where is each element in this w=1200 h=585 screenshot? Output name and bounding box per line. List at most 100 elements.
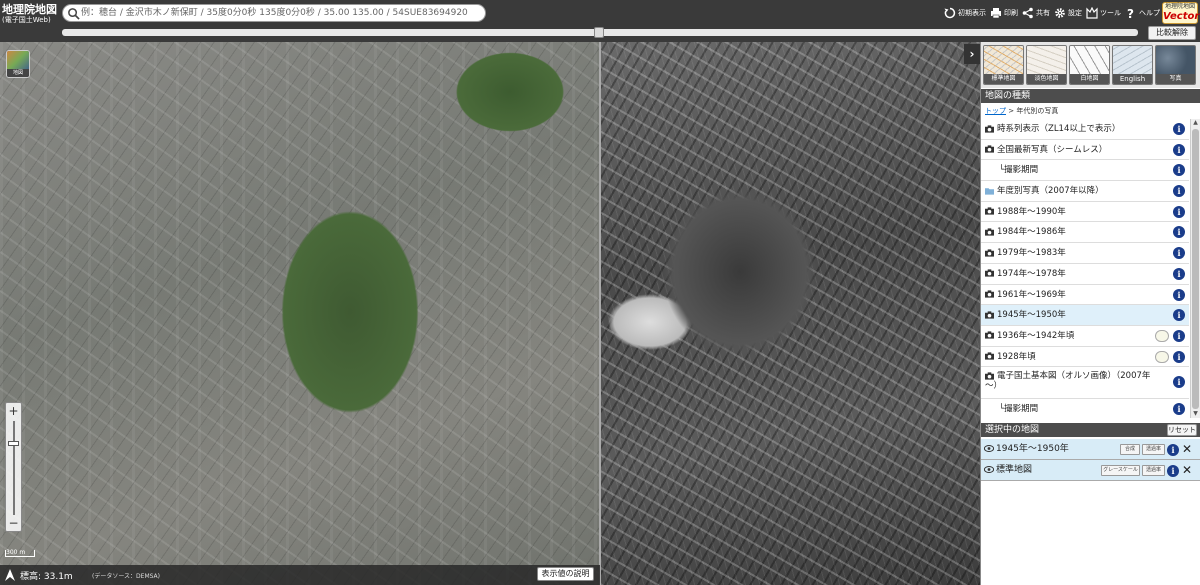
camera-icon bbox=[985, 145, 994, 153]
info-icon[interactable]: i bbox=[1173, 350, 1185, 363]
list-scrollbar[interactable]: ▲ ▼ bbox=[1190, 119, 1200, 418]
list-item-yearly-folder[interactable]: 年度別写真（2007年以降） i bbox=[981, 181, 1189, 202]
info-icon[interactable]: i bbox=[1173, 247, 1185, 260]
info-icon[interactable]: i bbox=[1173, 143, 1185, 156]
list-item-1936[interactable]: 1936年～1942年頃 i bbox=[981, 326, 1189, 347]
explain-values-button[interactable]: 表示値の説明 bbox=[537, 567, 594, 581]
info-icon[interactable]: i bbox=[1173, 185, 1185, 198]
breadcrumb-top-link[interactable]: トップ bbox=[985, 107, 1006, 115]
list-item-label: └撮影期間 bbox=[999, 404, 1039, 415]
zoom-in-button[interactable]: + bbox=[6, 404, 21, 418]
layer-switch-button[interactable]: 地図 bbox=[6, 50, 30, 78]
info-icon[interactable]: i bbox=[1173, 226, 1185, 239]
map-split-divider[interactable] bbox=[599, 42, 601, 585]
info-icon[interactable]: i bbox=[1173, 123, 1185, 135]
map-left-aerial-photo[interactable] bbox=[0, 42, 600, 585]
list-item-label: 全国最新写真（シームレス） bbox=[997, 144, 1108, 155]
blend-button[interactable]: 合成 bbox=[1120, 444, 1140, 455]
header-bar: 地理院地図 (電子国土Web) 初期表示 印刷 共有 設定 ツール bbox=[0, 0, 1200, 42]
list-item-1988[interactable]: 1988年～1990年 i bbox=[981, 202, 1189, 223]
grayscale-button[interactable]: グレースケール bbox=[1101, 465, 1140, 476]
list-item-1984[interactable]: 1984年～1986年 i bbox=[981, 222, 1189, 244]
list-item-ortho-period[interactable]: └撮影期間 i bbox=[981, 399, 1189, 418]
selected-maps-header: 選択中の地図 リセット bbox=[981, 423, 1200, 437]
help-label: ヘルプ bbox=[1139, 9, 1160, 17]
scroll-thumb[interactable] bbox=[1192, 129, 1199, 409]
search-icon[interactable] bbox=[67, 7, 80, 20]
info-icon[interactable]: i bbox=[1173, 403, 1185, 416]
list-item-label: 電子国土基本図（オルソ画像）（2007年～） bbox=[985, 371, 1151, 392]
reset-view-button[interactable]: 初期表示 bbox=[944, 7, 986, 19]
info-icon[interactable]: i bbox=[1167, 444, 1179, 456]
scroll-down-icon[interactable]: ▼ bbox=[1192, 410, 1199, 418]
svg-text:?: ? bbox=[1127, 7, 1134, 19]
tools-icon bbox=[1086, 7, 1098, 19]
opacity-button[interactable]: 透過率 bbox=[1142, 465, 1165, 476]
basemap-pale[interactable]: 淡色地図 bbox=[1026, 45, 1067, 85]
list-item-1928[interactable]: 1928年頃 i bbox=[981, 347, 1189, 368]
gear-icon bbox=[1055, 8, 1065, 18]
search-box bbox=[62, 4, 486, 22]
settings-button[interactable]: 設定 bbox=[1054, 7, 1082, 19]
eye-icon[interactable] bbox=[984, 445, 994, 452]
help-button[interactable]: ? ヘルプ bbox=[1125, 7, 1160, 19]
basemap-photo[interactable]: 写真 bbox=[1155, 45, 1196, 85]
list-item-latest-photo[interactable]: 全国最新写真（シームレス） i bbox=[981, 140, 1189, 161]
camera-icon bbox=[985, 290, 994, 298]
compare-off-button[interactable]: 比較解除 bbox=[1148, 26, 1196, 40]
basemap-english[interactable]: English bbox=[1112, 45, 1153, 85]
info-icon[interactable]: i bbox=[1167, 465, 1179, 477]
reset-button[interactable]: リセット bbox=[1167, 424, 1197, 436]
breadcrumb-separator: > bbox=[1006, 107, 1017, 115]
layer-caption: 地図 bbox=[7, 69, 29, 77]
site-logo[interactable]: 地理院地図 (電子国土Web) bbox=[2, 3, 58, 31]
close-icon[interactable]: ✕ bbox=[1182, 439, 1192, 460]
info-icon[interactable]: i bbox=[1173, 205, 1185, 218]
list-item-1974[interactable]: 1974年～1978年 i bbox=[981, 264, 1189, 285]
list-item-1945[interactable]: 1945年～1950年 i bbox=[981, 305, 1189, 326]
list-item-1961[interactable]: 1961年～1969年 i bbox=[981, 285, 1189, 306]
list-item-timeseries[interactable]: 時系列表示（ZL14以上で表示） i bbox=[981, 119, 1189, 140]
zoom-out-button[interactable]: − bbox=[6, 516, 21, 530]
settings-label: 設定 bbox=[1068, 9, 1082, 17]
help-icon: ? bbox=[1127, 7, 1134, 19]
status-bar: 標高: 33.1m (データソース：DEMSA) bbox=[0, 565, 600, 585]
list-item-shoot-period[interactable]: └撮影期間 i bbox=[981, 160, 1189, 182]
north-arrow-icon[interactable] bbox=[4, 568, 16, 582]
info-icon[interactable]: i bbox=[1173, 329, 1185, 342]
camera-icon bbox=[985, 269, 994, 277]
tools-button[interactable]: ツール bbox=[1086, 7, 1121, 19]
print-button[interactable]: 印刷 bbox=[990, 7, 1018, 19]
list-item-label: 1988年～1990年 bbox=[997, 206, 1066, 217]
zoom-slider-knob[interactable] bbox=[8, 441, 19, 446]
logo-subtitle: (電子国土Web) bbox=[2, 16, 51, 24]
info-icon[interactable]: i bbox=[1173, 267, 1185, 280]
info-icon[interactable]: i bbox=[1173, 376, 1185, 389]
selected-layer-1945[interactable]: 1945年～1950年 合成 透過率 i ✕ bbox=[981, 439, 1200, 460]
list-item-ortho[interactable]: 電子国土基本図（オルソ画像）（2007年～） i bbox=[981, 367, 1189, 400]
info-icon[interactable]: i bbox=[1173, 309, 1185, 322]
info-icon[interactable]: i bbox=[1173, 288, 1185, 301]
reset-view-label: 初期表示 bbox=[958, 9, 986, 17]
camera-icon bbox=[985, 372, 994, 380]
scroll-up-icon[interactable]: ▲ bbox=[1192, 119, 1199, 127]
compare-slider-handle[interactable] bbox=[594, 27, 604, 38]
list-item-1979[interactable]: 1979年～1983年 i bbox=[981, 243, 1189, 264]
basemap-photo-label: 写真 bbox=[1156, 74, 1195, 84]
panel-collapse-button[interactable]: › bbox=[964, 44, 980, 64]
basemap-blank[interactable]: 白地図 bbox=[1069, 45, 1110, 85]
search-input[interactable] bbox=[81, 6, 481, 20]
zoom-track[interactable] bbox=[13, 421, 15, 515]
basemap-pale-label: 淡色地図 bbox=[1027, 74, 1066, 84]
info-icon[interactable]: i bbox=[1173, 164, 1185, 177]
map-right-historical-photo[interactable] bbox=[600, 42, 980, 585]
selected-layer-standard[interactable]: 標準地図 グレースケール 透過率 i ✕ bbox=[981, 460, 1200, 481]
camera-icon bbox=[985, 249, 994, 257]
opacity-button[interactable]: 透過率 bbox=[1142, 444, 1165, 455]
logo-title: 地理院地図 bbox=[2, 3, 57, 16]
share-button[interactable]: 共有 bbox=[1022, 7, 1050, 19]
eye-icon[interactable] bbox=[984, 466, 994, 473]
close-icon[interactable]: ✕ bbox=[1182, 460, 1192, 481]
vector-logo[interactable]: 地理院地図 Vector bbox=[1162, 2, 1199, 24]
basemap-standard[interactable]: 標準地図 bbox=[983, 45, 1024, 85]
